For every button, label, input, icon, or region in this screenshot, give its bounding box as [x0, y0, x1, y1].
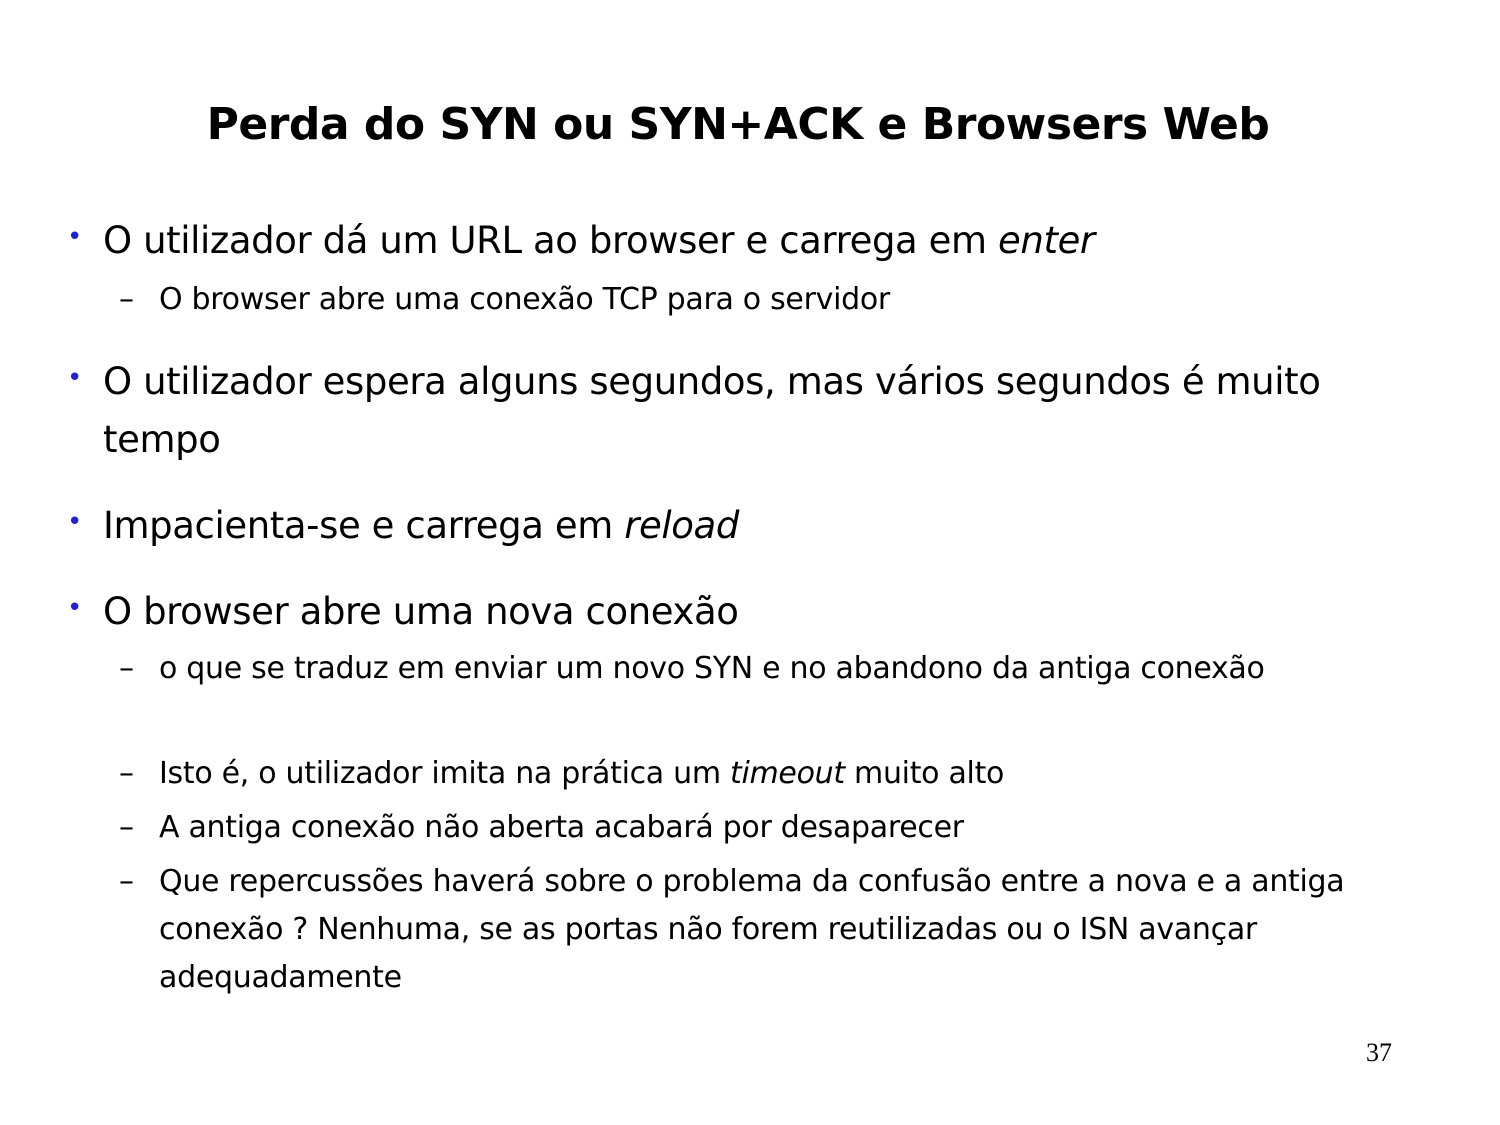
bullet-dot-icon: •: [67, 222, 82, 252]
bullet-text: O utilizador dá um URL ao browser e carr…: [103, 219, 999, 262]
sub-item-4-3: – A antiga conexão não aberta acabará po…: [0, 804, 1500, 852]
sub-item-text: Isto é, o utilizador imita na prática um: [159, 756, 730, 791]
bullet-text: O utilizador espera alguns segundos, mas…: [103, 360, 1321, 461]
dash-icon: –: [119, 651, 134, 686]
dash-icon: –: [119, 282, 134, 317]
bullet-text: O browser abre uma nova conexão: [103, 590, 739, 633]
dash-icon: –: [119, 864, 134, 899]
sub-item-4-4: – Que repercussões haverá sobre o proble…: [0, 858, 1500, 1002]
sub-item-text: Que repercussões haverá sobre o problema…: [159, 864, 1345, 995]
sub-item-4-2: – Isto é, o utilizador imita na prática …: [0, 750, 1500, 798]
sub-item-text: o que se traduz em enviar um novo SYN e …: [159, 651, 1265, 686]
bullet-item-4: • O browser abre uma nova conexão: [0, 583, 1500, 641]
sub-item-text: A antiga conexão não aberta acabará por …: [159, 810, 964, 845]
bullet-item-3: • Impacienta-se e carrega em reload: [0, 497, 1500, 555]
bullet-item-2: • O utilizador espera alguns segundos, m…: [0, 353, 1500, 469]
dash-icon: –: [119, 810, 134, 845]
bullet-emphasis: reload: [624, 504, 739, 547]
sub-item-1-1: – O browser abre uma conexão TCP para o …: [0, 276, 1500, 324]
bullet-dot-icon: •: [67, 593, 82, 623]
slide-title: Perda do SYN ou SYN+ACK e Browsers Web: [206, 99, 1270, 150]
bullet-dot-icon: •: [67, 507, 82, 537]
sub-item-text-after: muito alto: [844, 756, 1005, 791]
page-number: 37: [1366, 1038, 1392, 1067]
bullet-emphasis: enter: [998, 219, 1095, 262]
sub-item-text: O browser abre uma conexão TCP para o se…: [159, 282, 890, 317]
sub-item-emphasis: timeout: [730, 756, 845, 791]
bullet-item-1: • O utilizador dá um URL ao browser e ca…: [0, 212, 1500, 270]
bullet-text: Impacienta-se e carrega em: [103, 504, 625, 547]
sub-item-4-1: – o que se traduz em enviar um novo SYN …: [0, 645, 1500, 693]
bullet-dot-icon: •: [67, 363, 82, 393]
dash-icon: –: [119, 756, 134, 791]
